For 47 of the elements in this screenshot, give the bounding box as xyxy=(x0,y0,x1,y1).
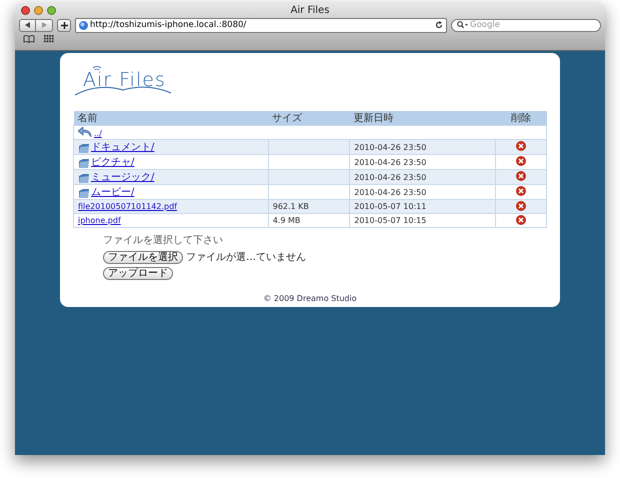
minimize-button[interactable] xyxy=(34,6,43,15)
modified-date: 2010-04-26 23:50 xyxy=(354,142,426,152)
copyright-text: © 2009 Dreamo Studio xyxy=(263,294,357,303)
logo-text: Air Files xyxy=(83,69,166,91)
file-size: 962.1 KB xyxy=(272,202,309,211)
column-header: サイズ xyxy=(268,111,350,126)
no-file-label: ファイルが選…ていません xyxy=(186,251,306,264)
window-title: Air Files xyxy=(290,4,330,16)
modified-date: 2010-04-26 23:50 xyxy=(354,158,426,166)
file-link[interactable]: iphone.pdf xyxy=(78,216,121,225)
globe-icon xyxy=(79,20,88,30)
grid-icon[interactable] xyxy=(44,35,54,43)
forward-button[interactable] xyxy=(36,18,53,32)
column-header: 名前 xyxy=(74,111,268,126)
add-bookmark-button[interactable] xyxy=(57,18,71,32)
modified-date: 2010-04-26 23:50 xyxy=(354,188,426,196)
upload-prompt: ファイルを選択して下さい xyxy=(103,234,223,247)
choose-file-button[interactable]: ファイルを選択 xyxy=(103,250,183,264)
delete-icon[interactable] xyxy=(516,156,526,166)
modified-date: 2010-05-07 10:11 xyxy=(354,202,426,211)
file-size: 4.9 MB xyxy=(272,216,300,225)
delete-icon[interactable] xyxy=(516,171,526,181)
right-arrow-icon xyxy=(41,22,47,28)
back-button[interactable] xyxy=(19,18,36,32)
close-button[interactable] xyxy=(21,6,30,15)
address-field[interactable]: http://toshizumis-iphone.local.:8080/ xyxy=(75,18,447,32)
search-icon xyxy=(457,21,468,29)
column-header: 削除 xyxy=(496,111,546,126)
delete-icon[interactable] xyxy=(516,141,526,151)
folder-icon xyxy=(78,173,90,184)
column-header: 更新日時 xyxy=(350,111,496,126)
folder-icon xyxy=(78,188,90,199)
modified-date: 2010-05-07 10:15 xyxy=(354,216,426,225)
delete-icon[interactable] xyxy=(516,200,526,210)
parent-directory-link[interactable]: ../ xyxy=(94,129,102,138)
zoom-button[interactable] xyxy=(47,6,56,15)
plus-icon xyxy=(60,22,68,28)
reload-icon[interactable] xyxy=(435,21,443,29)
left-arrow-icon xyxy=(24,22,30,28)
folder-icon xyxy=(78,158,90,169)
folder-icon xyxy=(78,143,90,154)
delete-icon[interactable] xyxy=(516,186,526,196)
modified-date: 2010-04-26 23:50 xyxy=(354,172,426,182)
upload-button[interactable]: アップロード xyxy=(103,267,173,280)
back-arrow-icon xyxy=(78,127,93,138)
delete-icon[interactable] xyxy=(516,214,526,224)
book-icon[interactable] xyxy=(23,35,35,43)
